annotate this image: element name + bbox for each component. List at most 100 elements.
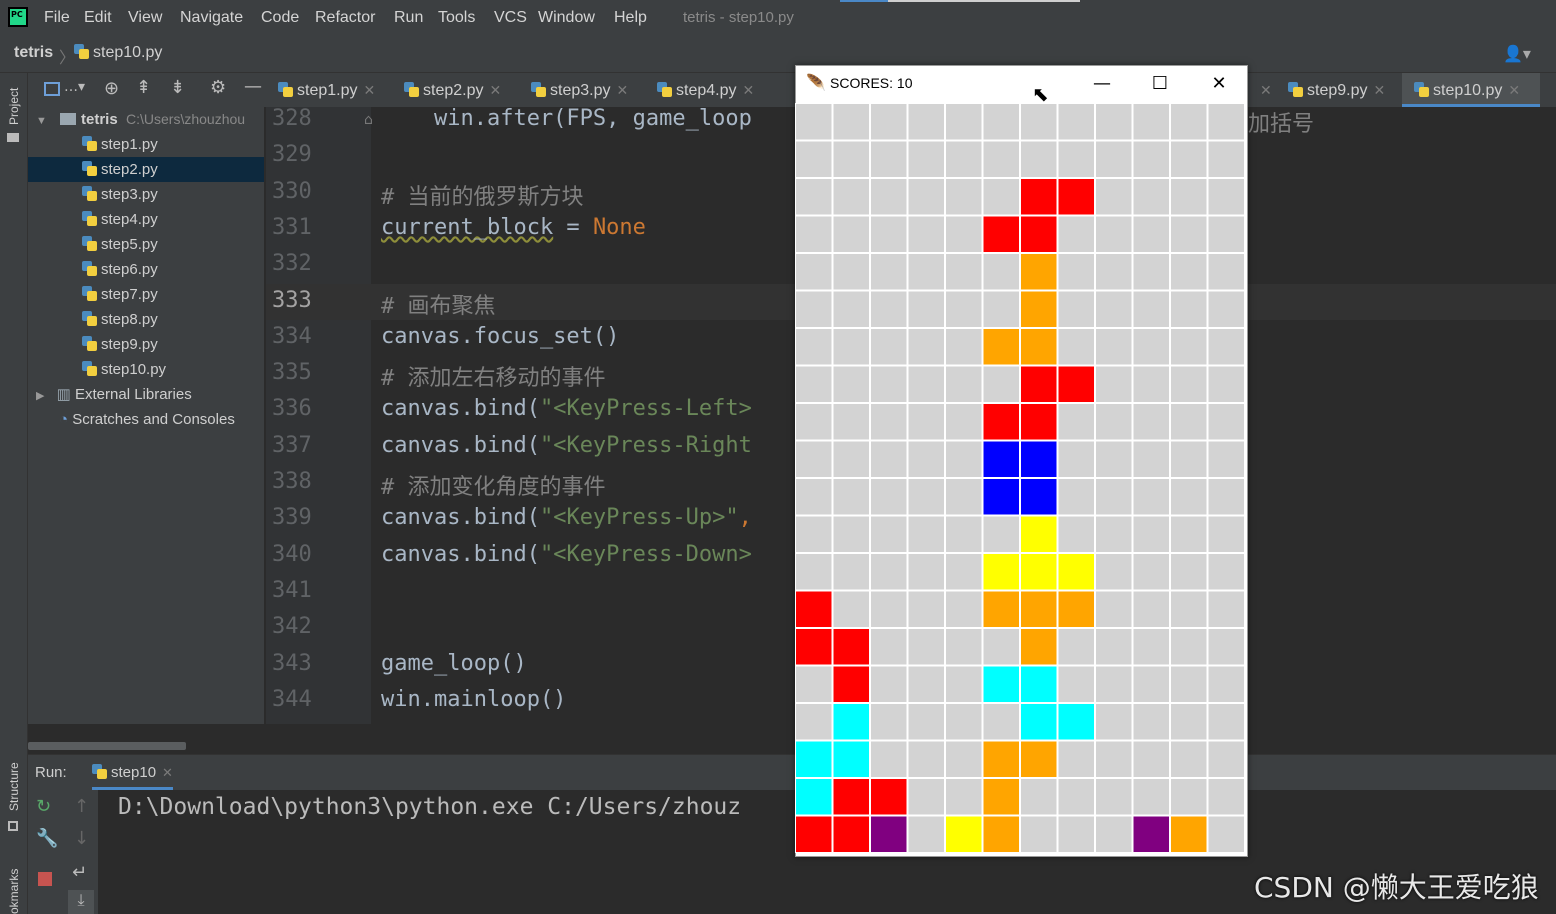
empty-cell xyxy=(1208,629,1244,665)
horizontal-scrollbar[interactable] xyxy=(28,742,186,750)
breadcrumb-project[interactable]: tetris xyxy=(14,44,53,62)
empty-cell xyxy=(1171,779,1207,815)
tree-file[interactable]: step7.py xyxy=(82,282,158,307)
tree-file[interactable]: step8.py xyxy=(82,307,158,332)
structure-icon xyxy=(8,821,18,831)
menu-edit[interactable]: Edit xyxy=(84,9,112,27)
line-number: 336 xyxy=(272,396,312,422)
maximize-button[interactable]: ☐ xyxy=(1140,70,1180,98)
empty-cell xyxy=(1133,216,1169,252)
wrench-icon[interactable]: 🔧 xyxy=(36,828,58,849)
tree-root[interactable]: ▼ tetris C:\Users\zhouzhou xyxy=(36,107,264,132)
empty-cell xyxy=(1096,216,1132,252)
tree-file[interactable]: step5.py xyxy=(82,232,158,257)
locate-icon[interactable]: ⊕ xyxy=(104,78,119,99)
close-icon[interactable]: ✕ xyxy=(742,82,754,98)
close-icon[interactable]: ✕ xyxy=(363,82,375,98)
minimize-button[interactable]: — xyxy=(1082,70,1122,98)
hide-icon[interactable]: — xyxy=(244,76,262,97)
close-icon[interactable]: ✕ xyxy=(1373,82,1385,98)
block-cell xyxy=(1171,816,1207,852)
collapse-all-icon[interactable]: ⇟ xyxy=(170,77,185,98)
menu-help[interactable]: Help xyxy=(614,9,647,27)
tab-step2[interactable]: step2.py ✕ xyxy=(404,73,501,107)
run-tab[interactable]: step10 ✕ xyxy=(92,764,173,790)
close-icon[interactable]: ✕ xyxy=(162,765,173,780)
python-file-icon xyxy=(82,161,97,176)
code-line: canvas.focus_set() xyxy=(381,324,619,349)
tab-step9[interactable]: step9.py ✕ xyxy=(1288,73,1385,107)
tree-file[interactable]: step6.py xyxy=(82,257,158,282)
menu-window[interactable]: Window xyxy=(538,9,595,27)
gear-icon[interactable]: ⚙ xyxy=(210,77,226,98)
tab-step1[interactable]: step1.py ✕ xyxy=(278,73,375,107)
empty-cell xyxy=(1096,516,1132,552)
tree-file[interactable]: step3.py xyxy=(82,182,158,207)
tree-file[interactable]: step4.py xyxy=(82,207,158,232)
bookmarks-tool-tab[interactable]: okmarks xyxy=(7,869,21,914)
empty-cell xyxy=(1208,741,1244,777)
empty-cell xyxy=(1096,741,1132,777)
close-button[interactable]: ✕ xyxy=(1199,70,1239,98)
menu-file[interactable]: File xyxy=(44,9,70,27)
close-icon[interactable]: ✕ xyxy=(1508,82,1520,98)
tab-step4[interactable]: step4.py ✕ xyxy=(657,73,754,107)
tab-hidden-close[interactable]: ✕ xyxy=(1254,73,1272,107)
tab-step10[interactable]: step10.py ✕ xyxy=(1402,73,1540,107)
project-view-icon[interactable] xyxy=(44,82,60,96)
block-cell xyxy=(1021,741,1057,777)
rerun-icon[interactable]: ↻ xyxy=(36,796,51,817)
tree-root-label: tetris xyxy=(81,111,118,128)
breadcrumb-file[interactable]: step10.py xyxy=(74,44,162,62)
menu-navigate[interactable]: Navigate xyxy=(180,9,243,27)
empty-cell xyxy=(1171,141,1207,177)
block-cell xyxy=(833,741,869,777)
fold-icon[interactable]: ⌂ xyxy=(364,112,378,130)
menu-code[interactable]: Code xyxy=(261,9,299,27)
user-account-icon[interactable]: 👤▾ xyxy=(1503,44,1531,64)
soft-wrap-icon[interactable]: ↵ xyxy=(72,862,87,883)
close-icon[interactable]: ✕ xyxy=(616,82,628,98)
tree-file[interactable]: step9.py xyxy=(82,332,158,357)
empty-cell xyxy=(1208,516,1244,552)
empty-cell xyxy=(1096,104,1132,140)
menu-vcs[interactable]: VCS xyxy=(494,9,527,27)
tree-external-libraries[interactable]: ▶ ▥ External Libraries xyxy=(36,382,192,407)
block-cell xyxy=(1021,666,1057,702)
line-number: 341 xyxy=(272,577,312,603)
close-icon[interactable]: ✕ xyxy=(1260,82,1272,98)
structure-tool-tab[interactable]: Structure xyxy=(7,762,21,811)
library-icon: ▥ xyxy=(56,386,71,403)
arrow-up-icon[interactable]: ↑ xyxy=(74,796,89,817)
empty-cell xyxy=(1133,704,1169,740)
line-number: 339 xyxy=(272,505,312,531)
empty-cell xyxy=(946,479,982,515)
project-tool-tab[interactable]: Project xyxy=(7,88,21,125)
line-number: 344 xyxy=(272,686,312,712)
menu-refactor[interactable]: Refactor xyxy=(315,9,375,27)
dropdown-icon[interactable]: …▾ xyxy=(64,79,85,95)
empty-cell xyxy=(1208,666,1244,702)
empty-cell xyxy=(1133,179,1169,215)
stop-icon[interactable] xyxy=(38,872,52,886)
code-line: # 画布聚焦 xyxy=(381,288,496,320)
tree-file-label: step3.py xyxy=(101,186,158,203)
tab-step3[interactable]: step3.py ✕ xyxy=(531,73,628,107)
console-output: D:\Download\python3\python.exe C:/Users/… xyxy=(118,794,742,820)
tree-file-selected[interactable]: step2.py xyxy=(28,157,264,182)
close-icon[interactable]: ✕ xyxy=(489,82,501,98)
arrow-down-icon[interactable]: ↓ xyxy=(74,828,89,849)
menu-tools[interactable]: Tools xyxy=(438,9,475,27)
tree-file[interactable]: step1.py xyxy=(82,132,158,157)
menu-view[interactable]: View xyxy=(128,9,162,27)
tetris-board[interactable] xyxy=(795,103,1245,853)
menu-run[interactable]: Run xyxy=(394,9,423,27)
tree-scratches[interactable]: ◔ Scratches and Consoles xyxy=(59,407,235,432)
empty-cell xyxy=(908,329,944,365)
empty-cell xyxy=(871,216,907,252)
expand-all-icon[interactable]: ⇞ xyxy=(136,77,151,98)
tree-file[interactable]: step10.py xyxy=(82,357,166,382)
python-file-icon xyxy=(82,136,97,151)
scroll-to-end-icon[interactable]: ⤓ xyxy=(68,890,94,914)
block-cell xyxy=(1021,404,1057,440)
